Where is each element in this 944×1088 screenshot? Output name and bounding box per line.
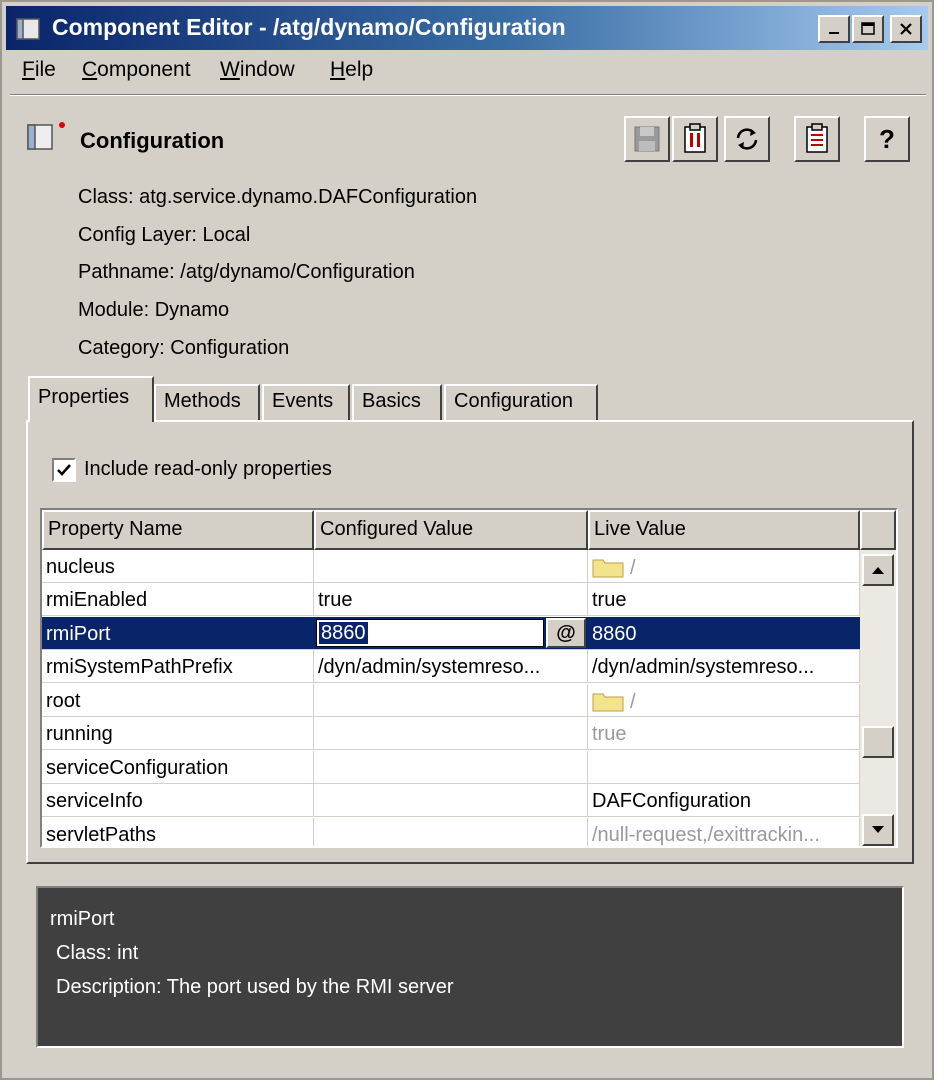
live-value-cell[interactable]: / [588, 684, 860, 717]
configured-value-cell[interactable]: true [314, 583, 588, 616]
include-readonly-checkbox[interactable] [52, 458, 76, 482]
description-property-name: rmiPort [50, 908, 115, 930]
configured-value-editor[interactable]: 8860 [316, 619, 544, 647]
include-readonly-label: Include read-only properties [84, 458, 332, 480]
window-title: Component Editor - /atg/dynamo/Configura… [52, 14, 566, 40]
arrow-down-icon [872, 826, 884, 833]
minimize-button[interactable] [818, 15, 850, 43]
table-row[interactable]: rmiEnabled true true [42, 583, 860, 616]
property-name-cell[interactable]: running [42, 717, 314, 750]
menu-separator [10, 94, 926, 96]
property-name-cell[interactable]: servletPaths [42, 818, 314, 846]
table-row[interactable]: root / [42, 684, 860, 717]
menu-file[interactable]: File [22, 58, 56, 82]
table-row[interactable]: nucleus / [42, 550, 860, 583]
live-value-cell[interactable]: true [588, 717, 860, 750]
tab-basics[interactable]: Basics [352, 384, 442, 420]
table-row[interactable]: servletPaths /null-request,/exittrackin.… [42, 818, 860, 846]
table-row[interactable]: running true [42, 717, 860, 750]
maximize-button[interactable] [852, 15, 884, 43]
stop-button[interactable] [672, 116, 718, 162]
help-button[interactable]: ? [864, 116, 910, 162]
description-text: Description: The port used by the RMI se… [56, 976, 454, 998]
tab-events[interactable]: Events [262, 384, 350, 420]
tab-configuration[interactable]: Configuration [444, 384, 598, 420]
property-name-cell[interactable]: serviceConfiguration [42, 751, 314, 784]
configured-value-cell[interactable] [314, 784, 588, 817]
property-name-cell[interactable]: serviceInfo [42, 784, 314, 817]
tab-properties[interactable]: Properties [28, 376, 154, 422]
close-icon [900, 23, 912, 35]
configured-value-cell[interactable] [314, 751, 588, 784]
property-name-cell[interactable]: nucleus [42, 550, 314, 583]
component-editor-window: Component Editor - /atg/dynamo/Configura… [0, 0, 934, 1080]
menu-help[interactable]: Help [330, 58, 373, 82]
save-icon [634, 126, 660, 152]
live-value-cell[interactable]: /null-request,/exittrackin... [588, 818, 860, 846]
table-row-selected[interactable]: rmiPort 8860 @ 8860 [42, 617, 860, 650]
property-name-cell[interactable]: root [42, 684, 314, 717]
maximize-icon [861, 22, 875, 35]
table-row[interactable]: serviceConfiguration [42, 751, 860, 784]
title-bar[interactable]: Component Editor - /atg/dynamo/Configura… [6, 6, 928, 50]
property-table: Property Name Configured Value Live Valu… [40, 508, 898, 848]
live-value-cell[interactable]: true [588, 583, 860, 616]
component-class: Class: atg.service.dynamo.DAFConfigurati… [78, 186, 478, 208]
column-header-live-value[interactable]: Live Value [588, 510, 860, 550]
live-value-cell[interactable]: 8860 [588, 617, 860, 650]
configured-value-cell[interactable] [314, 684, 588, 717]
component-name: Configuration [80, 128, 225, 153]
clipboard-icon [806, 123, 828, 153]
clipboard-button[interactable] [794, 116, 840, 162]
arrow-up-icon [872, 567, 884, 574]
scroll-thumb[interactable] [862, 726, 894, 758]
table-row[interactable]: serviceInfo DAFConfiguration [42, 784, 860, 817]
configured-value-input[interactable]: 8860 [319, 622, 368, 644]
column-header-configured-value[interactable]: Configured Value [314, 510, 588, 550]
column-header-property-name[interactable]: Property Name [42, 510, 314, 550]
property-editor-button[interactable]: @ [546, 618, 586, 648]
property-name-cell[interactable]: rmiSystemPathPrefix [42, 650, 314, 683]
checkmark-icon [57, 464, 71, 476]
component-module: Module: Dynamo [78, 299, 230, 321]
stop-icon [684, 123, 706, 153]
table-row[interactable]: rmiSystemPathPrefix /dyn/admin/systemres… [42, 650, 860, 683]
close-button[interactable] [890, 15, 922, 43]
component-icon [16, 18, 40, 40]
tab-methods[interactable]: Methods [154, 384, 260, 420]
property-name-cell[interactable]: rmiEnabled [42, 583, 314, 616]
configured-value-cell[interactable] [314, 717, 588, 750]
refresh-button[interactable] [724, 116, 770, 162]
scroll-down-button[interactable] [862, 814, 894, 846]
menu-component[interactable]: Component [82, 58, 191, 82]
live-value-cell[interactable]: DAFConfiguration [588, 784, 860, 817]
configured-value-cell[interactable] [314, 818, 588, 846]
component-config-layer: Config Layer: Local [78, 224, 251, 246]
vertical-scrollbar[interactable] [860, 550, 896, 846]
save-button[interactable] [624, 116, 670, 162]
minimize-icon [829, 32, 839, 34]
folder-icon [592, 559, 624, 578]
property-description-panel: rmiPort Class: int Description: The port… [36, 886, 904, 1048]
menu-bar: File Component Window Help [10, 52, 930, 90]
menu-window[interactable]: Window [220, 58, 295, 82]
configured-value-cell[interactable] [314, 550, 588, 583]
live-value-cell[interactable] [588, 751, 860, 784]
folder-icon [592, 693, 624, 712]
refresh-icon [736, 128, 758, 150]
component-pathname: Pathname: /atg/dynamo/Configuration [78, 261, 415, 283]
live-value-cell[interactable]: / [588, 550, 860, 583]
component-category: Category: Configuration [78, 337, 290, 359]
column-header-corner [860, 510, 896, 550]
description-class: Class: int [56, 942, 139, 964]
component-icon [27, 122, 65, 150]
property-name-cell[interactable]: rmiPort [42, 617, 314, 650]
scroll-up-button[interactable] [862, 554, 894, 586]
live-value-cell[interactable]: /dyn/admin/systemreso... [588, 650, 860, 683]
configured-value-cell[interactable]: /dyn/admin/systemreso... [314, 650, 588, 683]
